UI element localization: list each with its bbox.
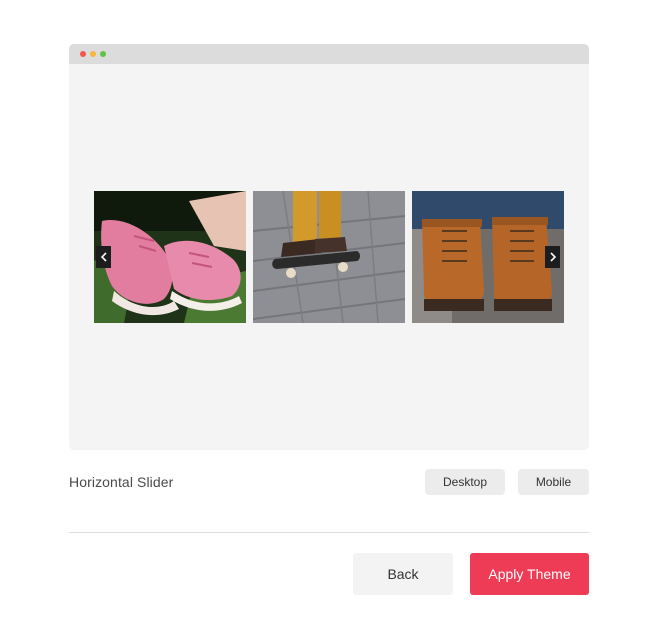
slide-image-brown-boots xyxy=(412,191,564,323)
window-minimize-dot xyxy=(90,51,96,57)
theme-name-label: Horizontal Slider xyxy=(69,474,174,490)
slide-image-skateboard xyxy=(253,191,405,323)
window-maximize-dot xyxy=(100,51,106,57)
back-button[interactable]: Back xyxy=(353,553,453,595)
chevron-left-icon xyxy=(100,252,107,262)
footer-divider xyxy=(69,532,589,533)
mobile-view-button[interactable]: Mobile xyxy=(518,469,589,495)
slider-prev-button[interactable] xyxy=(96,246,111,268)
slider-next-button[interactable] xyxy=(545,246,560,268)
theme-preview-window xyxy=(69,44,589,450)
desktop-view-button[interactable]: Desktop xyxy=(425,469,505,495)
apply-theme-button[interactable]: Apply Theme xyxy=(470,553,589,595)
chevron-right-icon xyxy=(549,252,556,262)
window-close-dot xyxy=(80,51,86,57)
window-title-bar xyxy=(69,44,589,64)
slide-image-pink-sneakers xyxy=(94,191,246,323)
